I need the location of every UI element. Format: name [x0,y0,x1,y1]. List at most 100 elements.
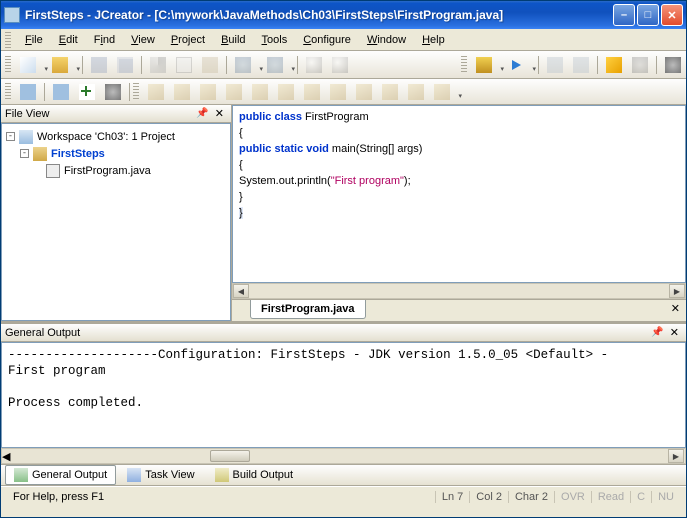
paste-button[interactable] [198,54,222,76]
close-output-button[interactable]: ✕ [667,326,682,339]
tb-d[interactable] [222,81,246,103]
find-icon [306,57,322,73]
new-icon [20,57,36,73]
tb-f[interactable] [274,81,298,103]
tb-g[interactable] [300,81,324,103]
window-title: FirstSteps - JCreator - [C:\mywork\JavaM… [25,8,611,22]
menu-view[interactable]: View [123,31,163,49]
menu-project[interactable]: Project [163,31,213,49]
tb-h[interactable] [326,81,350,103]
menu-edit[interactable]: Edit [51,31,86,49]
cut-button[interactable] [146,54,170,76]
tb-e[interactable] [248,81,272,103]
save-button[interactable] [87,54,111,76]
editor-toolbar [1,79,686,105]
menu-file[interactable]: File [17,31,51,49]
pin-button[interactable]: 📌 [193,108,211,119]
separator [82,56,83,74]
output-text[interactable]: --------------------Configuration: First… [1,342,686,448]
collapse-icon[interactable]: - [6,132,15,141]
status-read: Read [591,491,630,503]
status-bar: For Help, press F1 Ln 7 Col 2 Char 2 OVR… [1,486,686,506]
scroll-right-button[interactable]: ▶ [669,284,685,298]
open-icon [52,57,68,73]
open-button[interactable] [48,54,78,76]
tb-c[interactable] [196,81,220,103]
menu-window[interactable]: Window [359,31,414,49]
cut-icon [150,57,166,73]
menu-build[interactable]: Build [213,31,253,49]
compile-button[interactable] [472,54,502,76]
scroll-left-button[interactable]: ◀ [2,450,10,463]
scroll-left-button[interactable]: ◀ [233,284,249,298]
menu-find[interactable]: Find [86,31,123,49]
new-button[interactable] [16,54,46,76]
file-tree[interactable]: - Workspace 'Ch03': 1 Project - FirstSte… [1,123,231,321]
menu-tools[interactable]: Tools [254,31,296,49]
separator [129,83,130,101]
stop-button[interactable] [628,54,652,76]
tb-b[interactable] [170,81,194,103]
close-panel-button[interactable]: ✕ [212,107,227,120]
output-panel: General Output 📌 ✕ --------------------C… [1,321,686,464]
compile-icon [476,57,492,73]
toolbar-grip-3[interactable] [5,83,11,101]
tb-k[interactable] [404,81,428,103]
editor-h-scrollbar[interactable]: ◀ ▶ [232,283,686,299]
maximize-button[interactable]: □ [637,4,659,26]
close-button[interactable]: ✕ [661,4,683,26]
collapse-icon[interactable]: - [20,149,29,158]
next-error-button[interactable] [569,54,593,76]
code-editor[interactable]: public class FirstProgram { public stati… [232,105,686,283]
redo-button[interactable] [263,54,293,76]
workspace-label: Workspace 'Ch03': 1 Project [37,131,175,143]
icon-h [330,84,346,100]
toolbar-grip[interactable] [5,56,11,74]
prev-error-button[interactable] [543,54,567,76]
file-view-panel: File View 📌 ✕ - Workspace 'Ch03': 1 Proj… [1,105,232,321]
icon-c [200,84,216,100]
close-tab-button[interactable]: ✕ [665,300,686,317]
find-button[interactable] [302,54,326,76]
scroll-right-button[interactable]: ▶ [668,449,684,463]
refresh-button[interactable] [49,81,73,103]
icon-j [382,84,398,100]
scroll-thumb[interactable] [210,450,250,462]
status-ovr: OVR [554,491,591,503]
props-button[interactable] [101,81,125,103]
pin-button[interactable]: 📌 [648,327,666,338]
tb-a[interactable] [144,81,168,103]
add-button[interactable] [75,81,99,103]
tb-j[interactable] [378,81,402,103]
workspace-button[interactable] [16,81,40,103]
undo-button[interactable] [231,54,261,76]
tree-project-node[interactable]: - FirstSteps [6,145,226,162]
tab-task-view[interactable]: Task View [118,465,203,485]
toolbar-grip-4[interactable] [133,83,139,101]
editor-tab-active[interactable]: FirstProgram.java [250,300,366,319]
icon-a [148,84,164,100]
tab-general-output[interactable]: General Output [5,465,116,485]
config-button[interactable] [661,54,685,76]
tab-build-output[interactable]: Build Output [206,465,303,485]
status-cap: C [630,491,651,503]
save-all-button[interactable] [113,54,137,76]
icon-d [226,84,242,100]
tb-more[interactable] [430,81,460,103]
tb-i[interactable] [352,81,376,103]
menu-help[interactable]: Help [414,31,453,49]
workspace-icon [19,130,33,144]
tree-workspace-node[interactable]: - Workspace 'Ch03': 1 Project [6,128,226,145]
icon-b [174,84,190,100]
toolbar-grip-2[interactable] [461,56,467,74]
minimize-button[interactable]: – [613,4,635,26]
copy-button[interactable] [172,54,196,76]
save-icon [91,57,107,73]
find-in-files-button[interactable] [328,54,352,76]
tree-file-node[interactable]: FirstProgram.java [6,162,226,179]
output-h-scrollbar[interactable]: ◀ ▶ [1,448,686,464]
run-button[interactable] [504,54,534,76]
flash-button[interactable] [602,54,626,76]
menu-configure[interactable]: Configure [295,31,359,49]
menubar-grip[interactable] [5,32,11,48]
